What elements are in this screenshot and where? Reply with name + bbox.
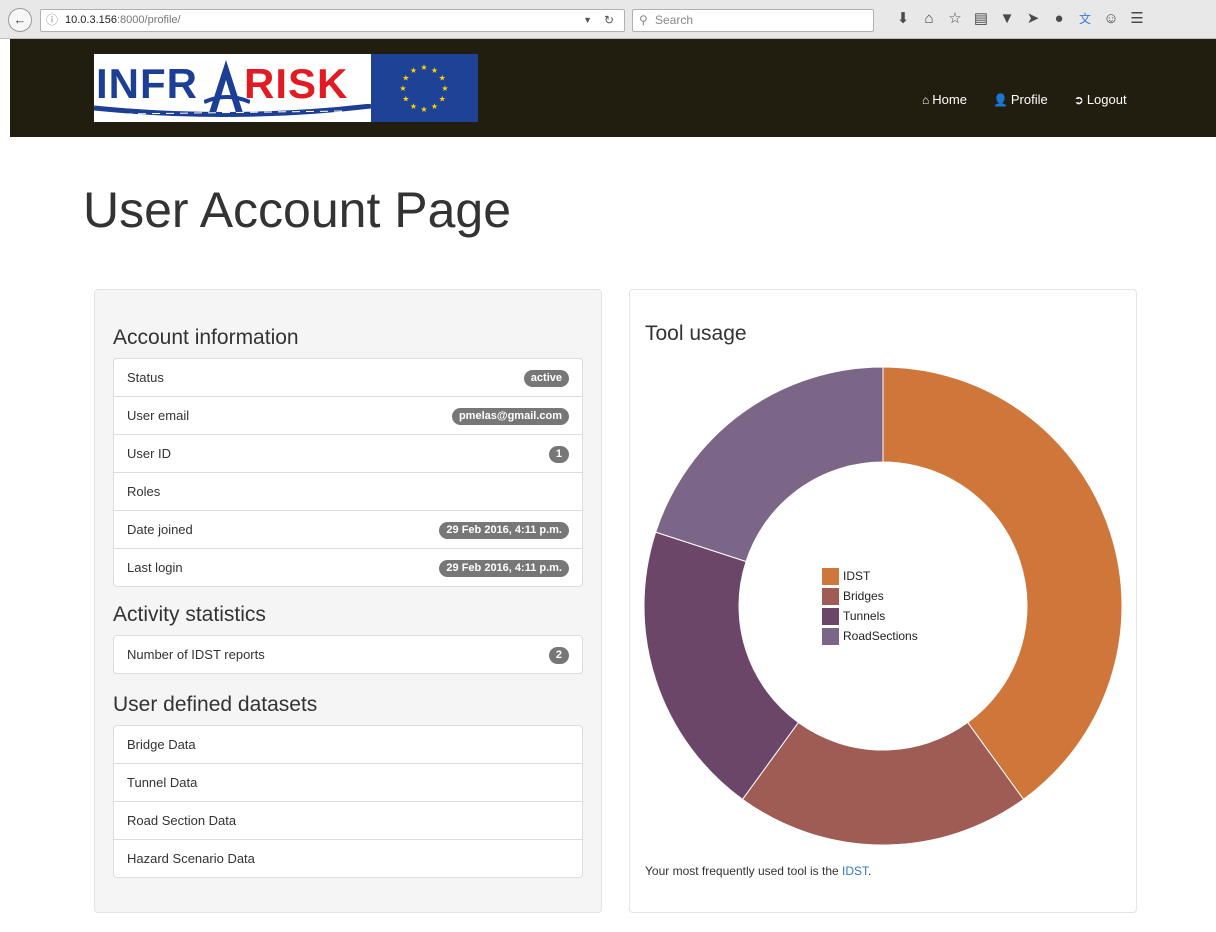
site-header: INFR RISK ★ ★ ★ ★ ★ ★ ★ ★ ★ ★ ★ ★ ⌂ Home 👤 Profile … bbox=[10, 39, 1216, 137]
last-login-badge: 29 Feb 2016, 4:11 p.m. bbox=[439, 560, 569, 577]
donut-slice-roadsections[interactable] bbox=[655, 366, 884, 563]
menu-icon[interactable]: ☰ bbox=[1124, 8, 1150, 30]
reading-list-icon[interactable]: ▤ bbox=[968, 8, 994, 30]
eu-star: ★ bbox=[431, 66, 438, 75]
list-item: User email pmelas@gmail.com bbox=[114, 396, 582, 434]
tool-usage-panel: Tool usage IDST Bridges Tunnels RoadSect… bbox=[629, 289, 1137, 913]
send-icon[interactable]: ➤ bbox=[1020, 8, 1046, 30]
home-icon: ⌂ bbox=[922, 92, 930, 107]
eu-flag-icon: ★ ★ ★ ★ ★ ★ ★ ★ ★ ★ ★ ★ bbox=[371, 54, 478, 122]
activity-list: Number of IDST reports 2 bbox=[113, 635, 583, 674]
infrarisk-logo[interactable]: INFR RISK ★ ★ ★ ★ ★ ★ ★ ★ ★ ★ ★ ★ bbox=[94, 54, 478, 122]
nav-profile[interactable]: 👤 Profile bbox=[993, 92, 1048, 107]
idst-link[interactable]: IDST bbox=[842, 864, 868, 878]
translate-icon[interactable]: 文 bbox=[1072, 8, 1098, 30]
bookmark-star-icon[interactable]: ☆ bbox=[942, 8, 968, 30]
page-title: User Account Page bbox=[83, 182, 512, 238]
legend-swatch bbox=[822, 627, 839, 645]
list-item: User ID 1 bbox=[114, 434, 582, 472]
nav-profile-label: Profile bbox=[1010, 92, 1048, 107]
idst-count-badge: 2 bbox=[548, 647, 569, 664]
datasets-heading: User defined datasets bbox=[113, 693, 318, 716]
dataset-bridge[interactable]: Bridge Data bbox=[114, 726, 582, 763]
url-text: 10.0.3.156:8000/profile/ bbox=[65, 14, 181, 26]
eu-star: ★ bbox=[402, 95, 409, 104]
status-badge: active bbox=[523, 370, 569, 387]
eu-star: ★ bbox=[420, 63, 427, 72]
nav-logout-label: Logout bbox=[1086, 92, 1127, 107]
list-item: Number of IDST reports 2 bbox=[114, 636, 582, 673]
legend-item-tunnels: Tunnels bbox=[822, 606, 918, 626]
eu-star: ★ bbox=[399, 84, 406, 93]
account-info-list: Status active User email pmelas@gmail.com … bbox=[113, 358, 583, 587]
date-joined-badge: 29 Feb 2016, 4:11 p.m. bbox=[439, 522, 569, 539]
download-icon[interactable]: ⬇ bbox=[890, 8, 916, 30]
list-item: Roles bbox=[114, 472, 582, 510]
eu-star: ★ bbox=[431, 102, 438, 111]
search-input[interactable]: ⚲ Search bbox=[632, 9, 874, 32]
legend-swatch bbox=[822, 607, 839, 625]
user-icon: 👤 bbox=[992, 92, 1008, 107]
search-icon: ⚲ bbox=[639, 13, 648, 27]
home-icon[interactable]: ⌂ bbox=[916, 8, 942, 30]
eu-star: ★ bbox=[402, 74, 409, 83]
eu-star: ★ bbox=[439, 95, 446, 104]
eu-star: ★ bbox=[410, 66, 417, 75]
usage-footnote: Your most frequently used tool is the ID… bbox=[645, 864, 872, 878]
logout-icon: ➲ bbox=[1073, 92, 1084, 107]
legend-item-roadsections: RoadSections bbox=[822, 626, 918, 646]
browser-toolbar: ← ⓘ 10.0.3.156:8000/profile/ ▼ ↻ ⚲ Searc… bbox=[0, 0, 1216, 39]
legend-item-idst: IDST bbox=[822, 566, 918, 586]
list-item: Last login 29 Feb 2016, 4:11 p.m. bbox=[114, 548, 582, 586]
pocket-icon[interactable]: ▼ bbox=[994, 8, 1020, 30]
list-item: Status active bbox=[114, 359, 582, 396]
dataset-road-section[interactable]: Road Section Data bbox=[114, 801, 582, 839]
legend-swatch bbox=[822, 587, 839, 605]
chart-title: Tool usage bbox=[645, 322, 747, 345]
nav-home[interactable]: ⌂ Home bbox=[922, 92, 967, 107]
list-item: Date joined 29 Feb 2016, 4:11 p.m. bbox=[114, 510, 582, 548]
activity-heading: Activity statistics bbox=[113, 603, 266, 626]
search-placeholder: Search bbox=[655, 13, 694, 27]
dataset-hazard-scenario[interactable]: Hazard Scenario Data bbox=[114, 839, 582, 877]
account-panel: Account information Status active User em… bbox=[94, 289, 602, 913]
account-icon[interactable]: ☺ bbox=[1098, 8, 1124, 30]
email-badge: pmelas@gmail.com bbox=[451, 408, 569, 425]
datasets-list: Bridge Data Tunnel Data Road Section Dat… bbox=[113, 725, 583, 878]
chart-legend: IDST Bridges Tunnels RoadSections bbox=[822, 566, 918, 646]
dataset-tunnel[interactable]: Tunnel Data bbox=[114, 763, 582, 801]
nav-logout[interactable]: ➲ Logout bbox=[1074, 92, 1127, 107]
eu-star: ★ bbox=[420, 105, 427, 114]
legend-item-bridges: Bridges bbox=[822, 586, 918, 606]
address-bar[interactable]: ⓘ 10.0.3.156:8000/profile/ ▼ ↻ bbox=[40, 9, 625, 32]
back-button[interactable]: ← bbox=[8, 8, 32, 32]
chat-icon[interactable]: ● bbox=[1046, 8, 1072, 30]
user-id-badge: 1 bbox=[548, 446, 569, 463]
eu-star: ★ bbox=[441, 84, 448, 93]
legend-swatch bbox=[822, 567, 839, 585]
nav-home-label: Home bbox=[932, 92, 967, 107]
donut-slice-idst[interactable] bbox=[882, 366, 1123, 801]
eu-star: ★ bbox=[439, 74, 446, 83]
reload-icon[interactable]: ↻ bbox=[604, 10, 614, 31]
site-info-icon[interactable]: ⓘ bbox=[46, 10, 58, 31]
account-info-heading: Account information bbox=[113, 326, 299, 349]
eu-star: ★ bbox=[410, 102, 417, 111]
dropdown-arrow-icon[interactable]: ▼ bbox=[583, 10, 592, 31]
road-swoosh-icon bbox=[94, 104, 371, 118]
